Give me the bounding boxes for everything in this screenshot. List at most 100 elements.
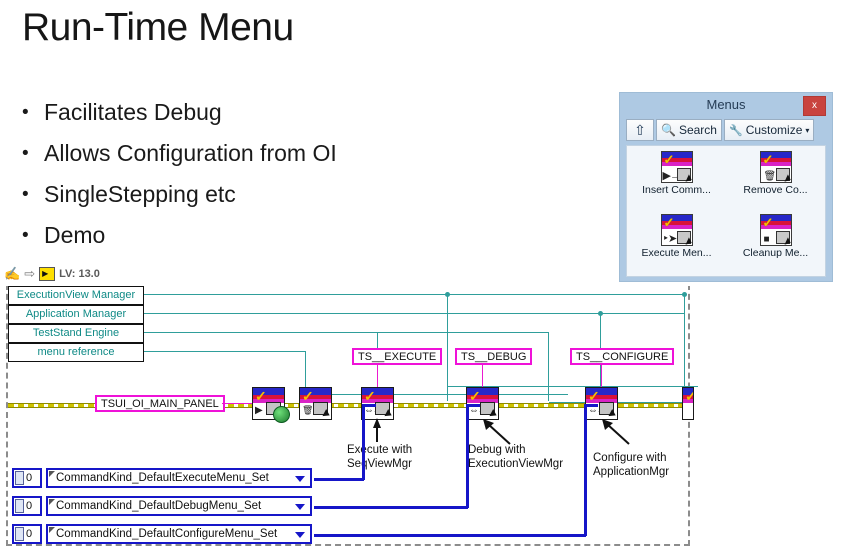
block-diagram-panel[interactable]: ExecutionView Manager Application Manage… xyxy=(0,286,700,554)
up-arrow-icon: ⇧ xyxy=(634,121,646,138)
list-item: Demo xyxy=(18,215,598,256)
wire-junction xyxy=(445,292,450,297)
label-leader-line xyxy=(377,365,378,387)
list-item: SingleStepping etc xyxy=(18,174,598,215)
enum-wire-configure-in xyxy=(584,404,598,407)
enum-corner-marker xyxy=(49,471,55,477)
remove-command-icon: ✓ 🗑 xyxy=(759,151,792,183)
control-row-debug: 0 CommandKind_DefaultDebugMenu_Set xyxy=(12,496,312,517)
menus-titlebar[interactable]: Menus x xyxy=(620,93,832,119)
wire-tsengine xyxy=(144,332,548,333)
enum-wire-configure-up xyxy=(584,406,587,536)
wire-execviewmgr-drop xyxy=(447,294,448,401)
labview-toolbar: ✍ ⇨ ▶ LV: 13.0 xyxy=(4,266,100,282)
chevron-down-icon: ▾ xyxy=(805,125,810,135)
insert-command-icon: ✓ ▶→ xyxy=(660,151,693,183)
numeric-value: 0 xyxy=(26,500,33,512)
menus-item-grid: ✓ ▶→ Insert Comm... ✓ 🗑 Remove Co... ✓ ‣… xyxy=(626,145,826,277)
wire-menuref xyxy=(144,351,306,352)
numeric-terminal-configure[interactable]: 0 xyxy=(12,524,42,544)
list-item: Allows Configuration from OI xyxy=(18,133,598,174)
menus-toolbar: ⇧ 🔍 Search 🔧 Customize ▾ xyxy=(626,119,826,141)
label-ts-debug[interactable]: TS__DEBUG xyxy=(455,348,533,365)
chevron-down-icon[interactable] xyxy=(295,504,305,510)
enum-wire-execute-in xyxy=(362,404,376,407)
wrench-icon: 🔧 xyxy=(728,124,743,137)
chevron-down-icon[interactable] xyxy=(295,532,305,538)
numeric-stepper-icon[interactable] xyxy=(15,471,24,485)
enum-wire-execute xyxy=(314,478,364,481)
annotation-line-1: Debug with xyxy=(468,444,526,456)
numeric-terminal-debug[interactable]: 0 xyxy=(12,496,42,516)
enum-terminal-configure[interactable]: CommandKind_DefaultConfigureMenu_Set xyxy=(46,524,312,544)
annotation-debug: Debug with ExecutionViewMgr xyxy=(468,443,563,471)
enum-terminal-debug[interactable]: CommandKind_DefaultDebugMenu_Set xyxy=(46,496,312,516)
node-remove-command[interactable]: ✓ 🗑 xyxy=(299,387,332,420)
enum-corner-marker xyxy=(49,527,55,533)
numeric-value: 0 xyxy=(26,472,33,484)
lv-version-label: LV: 13.0 xyxy=(59,268,100,280)
terminal-executionview-manager[interactable]: ExecutionView Manager xyxy=(8,286,144,305)
palette-item-remove-command[interactable]: ✓ 🗑 Remove Co... xyxy=(726,151,825,214)
annotation-line-2: ApplicationMgr xyxy=(593,466,670,478)
enum-wire-configure xyxy=(314,534,586,537)
labview-icon: ▶ xyxy=(39,267,56,281)
search-button[interactable]: 🔍 Search xyxy=(656,119,722,141)
search-label: Search xyxy=(678,123,717,137)
numeric-terminal-execute[interactable]: 0 xyxy=(12,468,42,488)
up-one-level-button[interactable]: ⇧ xyxy=(626,119,654,141)
wire-right-drop xyxy=(684,294,685,401)
label-tsui-oi-main-panel[interactable]: TSUI_OI_MAIN_PANEL xyxy=(95,395,225,412)
close-button[interactable]: x xyxy=(803,96,826,116)
annotation-line-1: Execute with xyxy=(347,444,413,456)
chevron-down-icon[interactable] xyxy=(295,476,305,482)
menus-window-title: Menus xyxy=(706,97,746,112)
wire-junction xyxy=(598,311,603,316)
enum-wire-debug xyxy=(314,506,468,509)
enum-wire-execute-up xyxy=(362,406,365,480)
palette-item-cleanup-menu[interactable]: ✓ ■ Cleanup Me... xyxy=(726,213,825,277)
enum-corner-marker xyxy=(49,499,55,505)
annotation-line-2: SeqViewMgr xyxy=(347,458,412,470)
wire-execviewmgr xyxy=(144,294,684,295)
node-partial-right[interactable]: ✓ xyxy=(682,387,694,420)
terminal-menu-reference[interactable]: menu reference xyxy=(8,343,144,362)
annotation-line-1: Configure with xyxy=(593,452,667,464)
label-ts-execute[interactable]: TS__EXECUTE xyxy=(352,348,443,365)
enum-value: CommandKind_DefaultConfigureMenu_Set xyxy=(56,528,278,540)
wire-appmgr xyxy=(144,313,684,314)
enum-terminal-execute[interactable]: CommandKind_DefaultExecuteMenu_Set xyxy=(46,468,312,488)
label-leader-line xyxy=(222,403,256,404)
enum-wire-debug-in xyxy=(466,404,480,407)
hand-cursor-icon: ✍ xyxy=(4,266,21,281)
customize-label: Customize xyxy=(745,123,803,137)
cleanup-menu-icon: ✓ ■ xyxy=(759,213,792,246)
customize-button[interactable]: 🔧 Customize ▾ xyxy=(723,119,815,141)
numeric-stepper-icon[interactable] xyxy=(15,527,24,541)
numeric-value: 0 xyxy=(26,528,33,540)
enum-value: CommandKind_DefaultDebugMenu_Set xyxy=(56,500,262,512)
palette-item-label: Insert Comm... xyxy=(642,184,711,196)
menus-palette-window[interactable]: Menus x ⇧ 🔍 Search 🔧 Customize ▾ ✓ ▶→ In… xyxy=(619,92,833,282)
terminal-application-manager[interactable]: Application Manager xyxy=(8,305,144,324)
palette-item-label: Remove Co... xyxy=(743,184,808,196)
palette-item-label: Cleanup Me... xyxy=(742,246,809,259)
palette-item-execute-menu[interactable]: ✓ ‣➤ Execute Men... xyxy=(627,213,726,277)
terminal-teststand-engine[interactable]: TestStand Engine xyxy=(8,324,144,343)
enum-wire-debug-up xyxy=(466,406,469,508)
label-leader-line xyxy=(482,365,483,387)
label-ts-configure[interactable]: TS__CONFIGURE xyxy=(570,348,675,365)
palette-item-label: Execute Men... xyxy=(641,246,712,259)
list-item: Facilitates Debug xyxy=(18,92,598,133)
numeric-stepper-icon[interactable] xyxy=(15,499,24,513)
label-leader-line xyxy=(601,365,602,387)
palette-item-insert-command[interactable]: ✓ ▶→ Insert Comm... xyxy=(627,151,726,214)
arrow-icon: ⇨ xyxy=(24,266,36,281)
wire-tsengine-drop2 xyxy=(548,332,549,401)
annotation-configure: Configure with ApplicationMgr xyxy=(593,451,669,479)
annotation-line-2: ExecutionViewMgr xyxy=(468,458,564,470)
enum-value: CommandKind_DefaultExecuteMenu_Set xyxy=(56,472,269,484)
node-insert-main-panel[interactable]: ✓ ▶ xyxy=(252,387,290,423)
bullet-list: Facilitates Debug Allows Configuration f… xyxy=(18,92,598,256)
control-row-configure: 0 CommandKind_DefaultConfigureMenu_Set xyxy=(12,524,312,545)
